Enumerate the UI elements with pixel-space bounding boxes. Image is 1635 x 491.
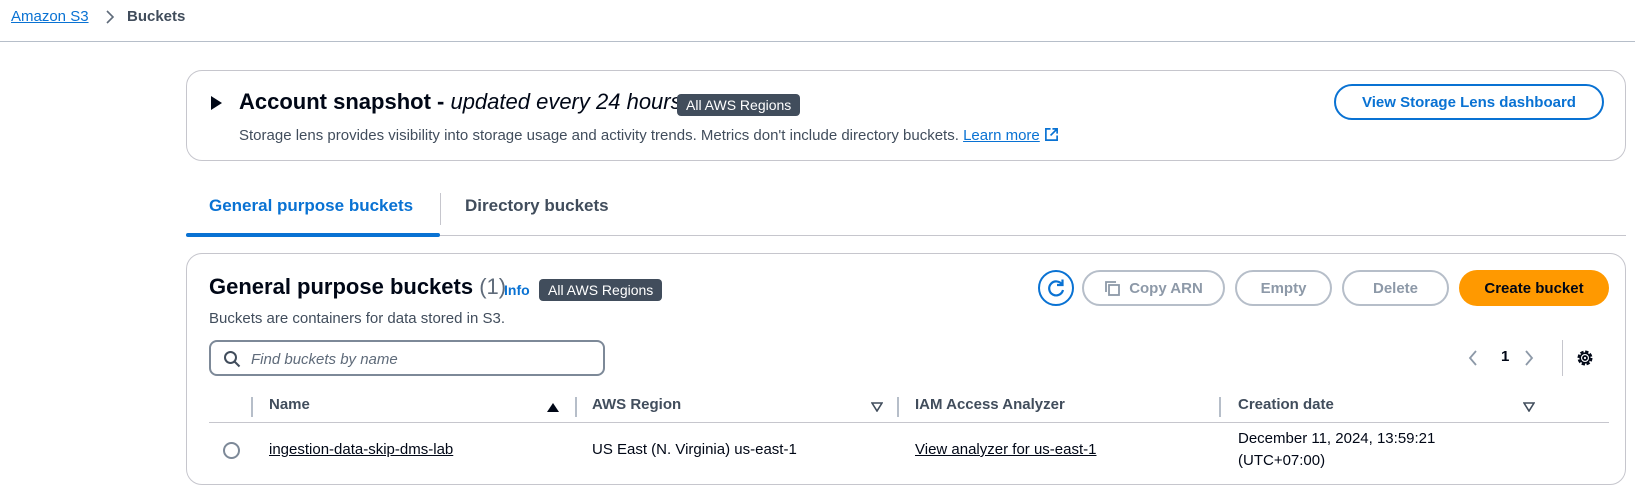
next-page-icon[interactable] <box>1522 347 1536 369</box>
copy-arn-label: Copy ARN <box>1129 279 1203 297</box>
tab-directory-buckets[interactable]: Directory buckets <box>465 196 609 216</box>
column-separator <box>575 397 577 417</box>
snapshot-description: Storage lens provides visibility into st… <box>239 127 1059 144</box>
gear-icon[interactable] <box>1575 348 1595 368</box>
snapshot-description-text: Storage lens provides visibility into st… <box>239 127 959 144</box>
table-row: ingestion-data-skip-dms-lab US East (N. … <box>209 424 1609 478</box>
breadcrumb: Amazon S3 Buckets <box>0 0 1635 42</box>
previous-page-icon[interactable] <box>1466 347 1480 369</box>
chevron-right-icon <box>106 10 115 24</box>
row-select-radio[interactable] <box>223 442 240 459</box>
info-link[interactable]: Info <box>504 282 530 298</box>
pager-divider <box>1562 340 1563 376</box>
creation-timezone: (UTC+07:00) <box>1238 452 1326 469</box>
bucket-type-tabs: General purpose buckets Directory bucket… <box>186 188 1626 237</box>
refresh-icon <box>1048 279 1065 297</box>
snapshot-title-text: Account snapshot - <box>239 89 451 114</box>
breadcrumb-current: Buckets <box>127 8 186 25</box>
general-purpose-buckets-panel: General purpose buckets (1) Info All AWS… <box>186 253 1626 485</box>
column-separator <box>1219 397 1221 417</box>
buckets-title-text: General purpose buckets <box>209 274 474 299</box>
create-bucket-button[interactable]: Create bucket <box>1459 270 1609 306</box>
sort-descending-icon[interactable] <box>871 402 883 412</box>
refresh-button[interactable] <box>1038 270 1074 306</box>
regions-badge: All AWS Regions <box>677 94 801 116</box>
sort-ascending-icon[interactable] <box>547 403 559 412</box>
search-input[interactable] <box>251 349 591 369</box>
breadcrumb-amazon-s3-link[interactable]: Amazon S3 <box>11 8 89 25</box>
column-header-creation-date[interactable]: Creation date <box>1238 396 1334 413</box>
column-header-name[interactable]: Name <box>269 396 310 413</box>
buckets-description: Buckets are containers for data stored i… <box>209 310 505 327</box>
tab-divider <box>440 193 441 225</box>
delete-button[interactable]: Delete <box>1342 270 1449 306</box>
search-icon <box>224 351 241 368</box>
bucket-name-link[interactable]: ingestion-data-skip-dms-lab <box>269 441 453 458</box>
view-analyzer-link[interactable]: View analyzer for us-east-1 <box>915 441 1096 458</box>
bucket-count: (1) <box>479 274 507 299</box>
snapshot-title-italic: updated every 24 hours <box>450 89 682 114</box>
tab-general-purpose-buckets[interactable]: General purpose buckets <box>209 196 413 216</box>
learn-more-label: Learn more <box>963 127 1040 144</box>
buckets-panel-title: General purpose buckets (1) <box>209 274 506 300</box>
column-header-region[interactable]: AWS Region <box>592 396 681 413</box>
column-separator <box>251 397 253 417</box>
learn-more-link[interactable]: Learn more <box>963 127 1059 144</box>
creation-date: December 11, 2024, 13:59:21 <box>1238 430 1436 447</box>
copy-arn-button[interactable]: Copy ARN <box>1082 270 1225 306</box>
current-page-number[interactable]: 1 <box>1501 348 1509 365</box>
empty-button[interactable]: Empty <box>1235 270 1332 306</box>
snapshot-title[interactable]: Account snapshot - updated every 24 hour… <box>239 89 682 115</box>
copy-icon <box>1105 280 1121 296</box>
column-header-iam-analyzer: IAM Access Analyzer <box>915 396 1065 413</box>
sort-descending-icon[interactable] <box>1523 402 1535 412</box>
table-header: Name AWS Region IAM Access Analyzer Crea… <box>209 389 1609 423</box>
external-link-icon <box>1044 128 1058 141</box>
expand-caret-icon[interactable] <box>211 96 222 110</box>
regions-badge: All AWS Regions <box>539 279 663 301</box>
account-snapshot-panel: Account snapshot - updated every 24 hour… <box>186 70 1626 161</box>
bucket-region: US East (N. Virginia) us-east-1 <box>592 441 797 458</box>
view-storage-lens-button[interactable]: View Storage Lens dashboard <box>1334 84 1604 120</box>
column-separator <box>897 397 899 417</box>
search-field[interactable] <box>209 340 605 376</box>
active-tab-indicator <box>186 233 440 237</box>
